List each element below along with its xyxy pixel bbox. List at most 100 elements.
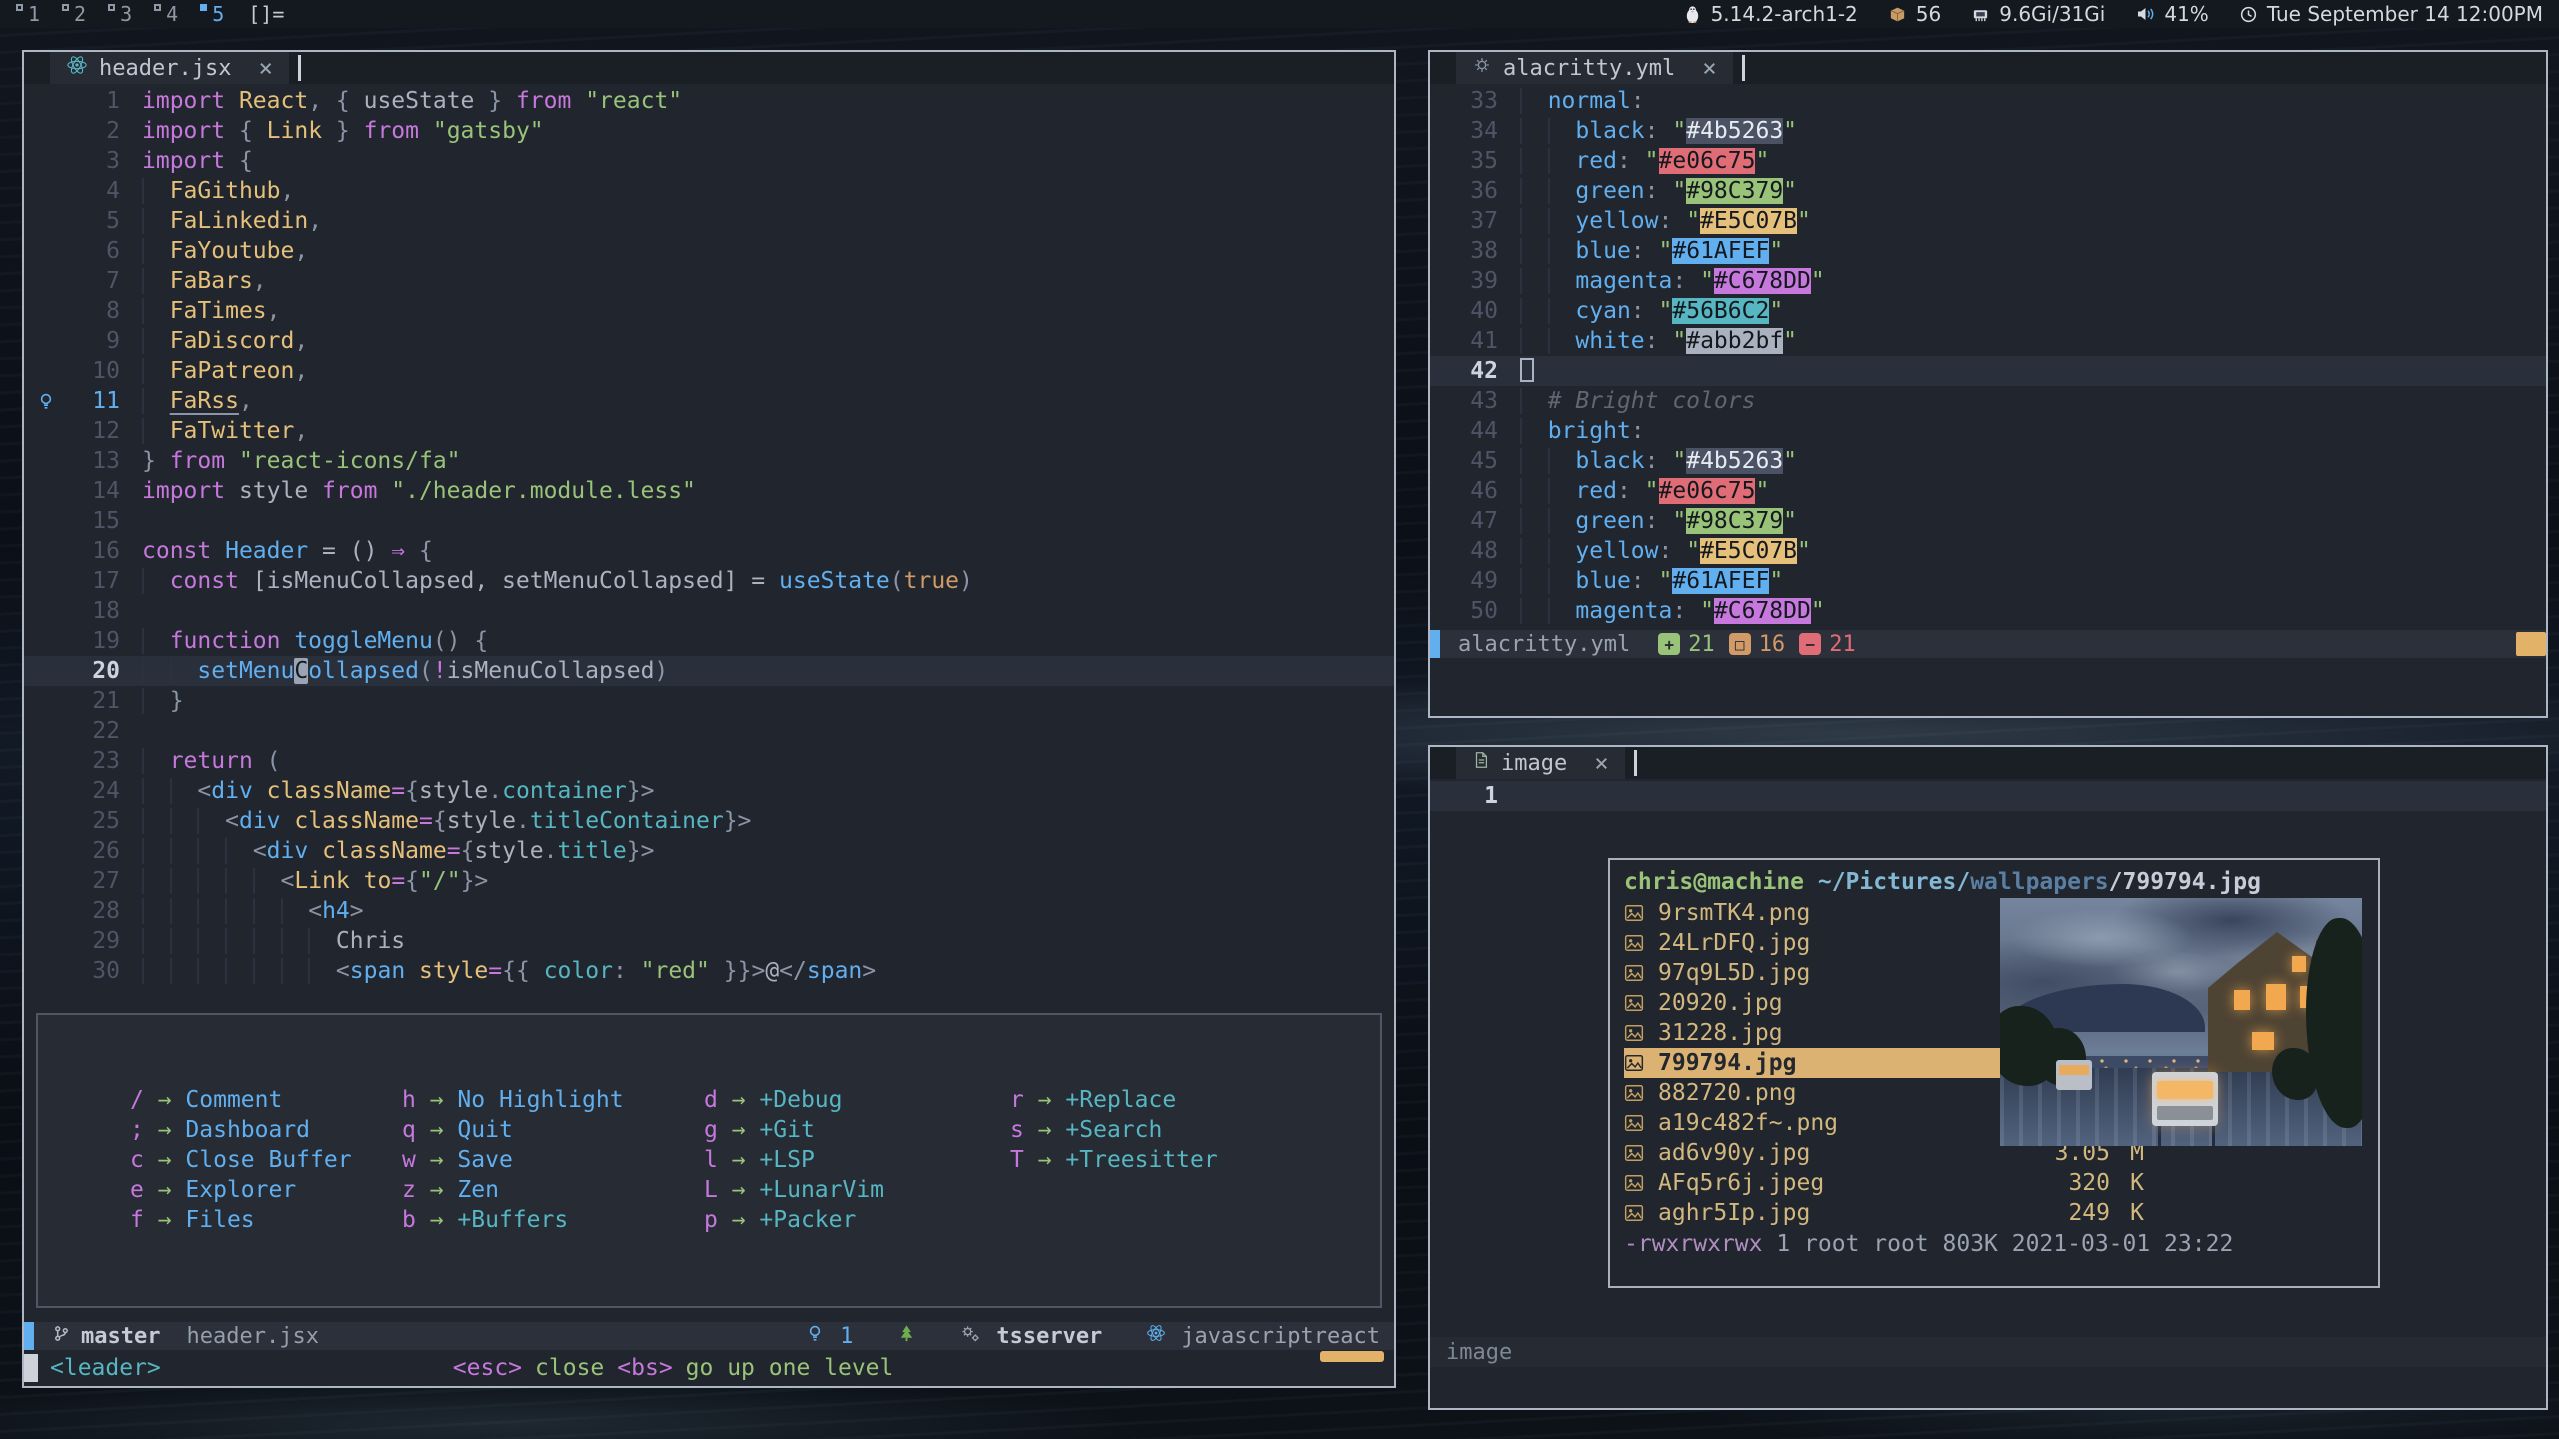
code-line[interactable]: 18 xyxy=(24,596,1394,626)
code-line[interactable]: 38 blue: "#61AFEF" xyxy=(1430,236,2546,266)
file-name: 24LrDFQ.jpg xyxy=(1658,930,2030,956)
code-line[interactable]: 25 <div className={style.titleContainer}… xyxy=(24,806,1394,836)
whichkey-item[interactable]: f → Files xyxy=(130,1205,402,1235)
code-line[interactable]: 9 FaDiscord, xyxy=(24,326,1394,356)
cmdline[interactable]: <leader> <esc>close<bs>go up one level xyxy=(24,1350,1394,1386)
code-line[interactable]: 16const Header = () ⇒ { xyxy=(24,536,1394,566)
whichkey-item[interactable]: q → Quit xyxy=(402,1115,704,1145)
tab-alacritty-yml[interactable]: alacritty.yml × xyxy=(1456,52,1733,84)
whichkey-item[interactable]: ; → Dashboard xyxy=(130,1115,402,1145)
file-row[interactable]: AFq5r6j.jpeg320K xyxy=(1624,1168,2144,1198)
whichkey-grid: / → Commenth → No Highlightd → +Debugr →… xyxy=(130,1085,1380,1235)
tab-image[interactable]: image × xyxy=(1456,747,1625,779)
code-line[interactable]: 36 green: "#98C379" xyxy=(1430,176,2546,206)
volume-module[interactable]: 41% xyxy=(2135,2,2208,26)
code-line[interactable]: 50 magenta: "#C678DD" xyxy=(1430,596,2546,626)
code-line[interactable]: 3import { xyxy=(24,146,1394,176)
whichkey-item[interactable]: r → +Replace xyxy=(1010,1085,1380,1115)
code-line[interactable]: 48 yellow: "#E5C07B" xyxy=(1430,536,2546,566)
code-line[interactable]: 10 FaPatreon, xyxy=(24,356,1394,386)
code-line[interactable]: 43 # Bright colors xyxy=(1430,386,2546,416)
code-line[interactable]: 1import React, { useState } from "react" xyxy=(24,86,1394,116)
code-line[interactable]: 5 FaLinkedin, xyxy=(24,206,1394,236)
whichkey-item[interactable]: c → Close Buffer xyxy=(130,1145,402,1175)
code-line[interactable]: 28 <h4> xyxy=(24,896,1394,926)
whichkey-item[interactable]: h → No Highlight xyxy=(402,1085,704,1115)
code-line[interactable]: 19 function toggleMenu() { xyxy=(24,626,1394,656)
code-line[interactable]: 29 Chris xyxy=(24,926,1394,956)
code-line[interactable]: 44 bright: xyxy=(1430,416,2546,446)
gutter-sign xyxy=(1430,566,1446,596)
code-line[interactable]: 15 xyxy=(24,506,1394,536)
code-line[interactable]: 21 } xyxy=(24,686,1394,716)
workspace-4[interactable]: 4 xyxy=(154,2,178,26)
code-line[interactable]: 1 xyxy=(1430,781,2546,811)
code-token: bright xyxy=(1548,418,1631,444)
editor-window-alacritty-yml: alacritty.yml × 33 normal:34 black: "#4b… xyxy=(1428,50,2548,718)
code-line[interactable]: 47 green: "#98C379" xyxy=(1430,506,2546,536)
scrollbar-thumb[interactable] xyxy=(1320,1351,1384,1362)
code-token: div xyxy=(211,778,253,804)
tab-header-jsx[interactable]: header.jsx × xyxy=(50,52,289,84)
scrollbar-thumb[interactable] xyxy=(2516,632,2546,656)
git-branch[interactable]: master xyxy=(81,1324,160,1349)
buffer-area[interactable]: 1 xyxy=(1430,779,2546,813)
whichkey-item[interactable]: T → +Treesitter xyxy=(1010,1145,1380,1175)
whichkey-item[interactable]: / → Comment xyxy=(130,1085,402,1115)
code-line[interactable]: 6 FaYoutube, xyxy=(24,236,1394,266)
volume-level: 41% xyxy=(2164,2,2208,26)
code-line[interactable]: 13} from "react-icons/fa" xyxy=(24,446,1394,476)
whichkey-item[interactable]: g → +Git xyxy=(704,1115,1010,1145)
code-line[interactable]: 46 red: "#e06c75" xyxy=(1430,476,2546,506)
workspace-3[interactable]: 3 xyxy=(108,2,132,26)
code-line[interactable]: 17 const [isMenuCollapsed, setMenuCollap… xyxy=(24,566,1394,596)
line-number: 19 xyxy=(68,626,120,656)
whichkey-item[interactable] xyxy=(1010,1205,1380,1235)
code-line[interactable]: 4 FaGithub, xyxy=(24,176,1394,206)
whichkey-item[interactable]: l → +LSP xyxy=(704,1145,1010,1175)
code-line[interactable]: 11 FaRss, xyxy=(24,386,1394,416)
whichkey-item[interactable]: d → +Debug xyxy=(704,1085,1010,1115)
code-line[interactable]: 2import { Link } from "gatsby" xyxy=(24,116,1394,146)
code-line[interactable]: 24 <div className={style.container}> xyxy=(24,776,1394,806)
code-line[interactable]: 33 normal: xyxy=(1430,86,2546,116)
code-line[interactable]: 39 magenta: "#C678DD" xyxy=(1430,266,2546,296)
whichkey-item[interactable]: w → Save xyxy=(402,1145,704,1175)
workspace-1[interactable]: 1 xyxy=(16,2,40,26)
whichkey-item[interactable]: z → Zen xyxy=(402,1175,704,1205)
code-line[interactable]: 34 black: "#4b5263" xyxy=(1430,116,2546,146)
code-line[interactable]: 20 setMenuCollapsed(!isMenuCollapsed) xyxy=(24,656,1394,686)
code-line[interactable]: 8 FaTimes, xyxy=(24,296,1394,326)
code-line[interactable]: 35 red: "#e06c75" xyxy=(1430,146,2546,176)
file-row[interactable]: aghr5Ip.jpg249K xyxy=(1624,1198,2144,1228)
code-line[interactable]: 27 <Link to={"/"}> xyxy=(24,866,1394,896)
code-line[interactable]: 49 blue: "#61AFEF" xyxy=(1430,566,2546,596)
whichkey-item[interactable]: s → +Search xyxy=(1010,1115,1380,1145)
whichkey-item[interactable] xyxy=(1010,1175,1380,1205)
close-icon[interactable]: × xyxy=(258,54,272,82)
code-line[interactable]: 12 FaTwitter, xyxy=(24,416,1394,446)
code-line[interactable]: 30 <span style={{ color: "red" }}>@</spa… xyxy=(24,956,1394,986)
workspace-2[interactable]: 2 xyxy=(62,2,86,26)
file-name: aghr5Ip.jpg xyxy=(1658,1200,2030,1226)
code-line[interactable]: 26 <div className={style.title}> xyxy=(24,836,1394,866)
close-icon[interactable]: × xyxy=(1702,54,1716,82)
code-line[interactable]: 14import style from "./header.module.les… xyxy=(24,476,1394,506)
code-text: <div className={style.titleContainer}> xyxy=(120,806,751,836)
code-line[interactable]: 41 white: "#abb2bf" xyxy=(1430,326,2546,356)
code-line[interactable]: 45 black: "#4b5263" xyxy=(1430,446,2546,476)
code-line[interactable]: 22 xyxy=(24,716,1394,746)
whichkey-item[interactable]: e → Explorer xyxy=(130,1175,402,1205)
code-line[interactable]: 37 yellow: "#E5C07B" xyxy=(1430,206,2546,236)
workspace-5[interactable]: 5 xyxy=(200,2,224,26)
code-area-alacritty[interactable]: 33 normal:34 black: "#4b5263"35 red: "#e… xyxy=(1430,84,2546,630)
code-line[interactable]: 42 xyxy=(1430,356,2546,386)
code-token: { xyxy=(405,778,419,804)
whichkey-item[interactable]: p → +Packer xyxy=(704,1205,1010,1235)
code-line[interactable]: 7 FaBars, xyxy=(24,266,1394,296)
whichkey-item[interactable]: L → +LunarVim xyxy=(704,1175,1010,1205)
close-icon[interactable]: × xyxy=(1594,749,1608,777)
code-line[interactable]: 23 return ( xyxy=(24,746,1394,776)
whichkey-item[interactable]: b → +Buffers xyxy=(402,1205,704,1235)
code-line[interactable]: 40 cyan: "#56B6C2" xyxy=(1430,296,2546,326)
